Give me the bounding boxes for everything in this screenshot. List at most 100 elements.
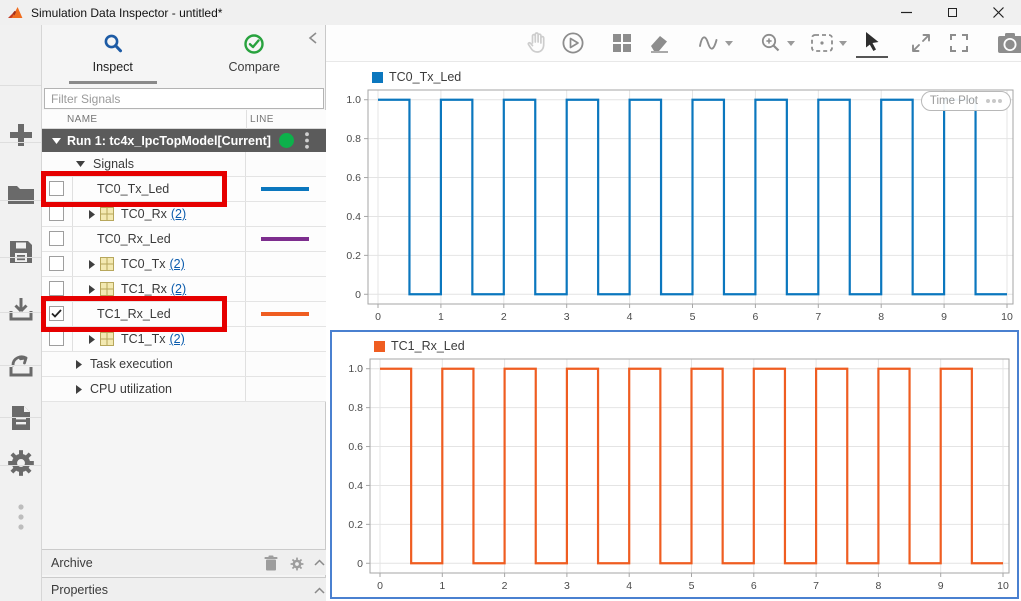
svg-text:0.6: 0.6 bbox=[346, 172, 361, 184]
chevron-down-icon[interactable] bbox=[787, 40, 795, 46]
cursor-icon bbox=[861, 30, 883, 54]
add-icon bbox=[7, 121, 35, 149]
caret-right-icon[interactable] bbox=[76, 359, 82, 369]
import-button[interactable] bbox=[0, 287, 41, 331]
fullscreen-button[interactable] bbox=[942, 28, 976, 58]
signal-label: TC0_Tx_Led bbox=[97, 182, 170, 196]
plot-legend: TC1_Rx_Led bbox=[374, 339, 465, 353]
chevron-down-icon[interactable] bbox=[725, 40, 733, 46]
tab-compare[interactable]: Compare bbox=[184, 25, 326, 85]
svg-text:2: 2 bbox=[501, 311, 507, 323]
properties-bar[interactable]: Properties bbox=[42, 577, 326, 601]
time-plot-2-selected[interactable]: TC1_Rx_Led 0 1 2 3 4 5 6 7 8 9 10 1.0 0.8 0.6 0.4 0.2 0 bbox=[330, 330, 1019, 599]
zoom-in-button[interactable] bbox=[754, 28, 800, 58]
run-menu-dots-icon[interactable] bbox=[305, 132, 309, 149]
settings-button[interactable] bbox=[0, 441, 41, 485]
caret-right-icon[interactable] bbox=[89, 209, 95, 219]
signal-row[interactable]: TC1_Rx (2) bbox=[42, 277, 326, 302]
time-plot-1[interactable]: TC0_Tx_Led 0 1 2 3 4 5 6 7 8 9 10 1.0 0.8 0.6 0.4 0.2 0 Ti… bbox=[330, 63, 1021, 328]
signal-checkbox[interactable] bbox=[49, 231, 64, 246]
signal-row[interactable]: TC0_Rx (2) bbox=[42, 202, 326, 227]
open-button[interactable] bbox=[0, 173, 41, 217]
svg-text:6: 6 bbox=[751, 580, 757, 592]
signal-row[interactable]: TC1_Tx (2) bbox=[42, 327, 326, 352]
maximize-button[interactable] bbox=[929, 0, 975, 25]
collapse-panel-chevron[interactable] bbox=[307, 31, 319, 45]
pan-icon bbox=[525, 31, 547, 55]
replay-button[interactable] bbox=[556, 28, 590, 58]
svg-text:3: 3 bbox=[564, 580, 570, 592]
group-row[interactable]: CPU utilization bbox=[42, 377, 326, 402]
signal-row[interactable]: TC1_Rx_Led bbox=[42, 302, 326, 327]
caret-right-icon[interactable] bbox=[76, 384, 82, 394]
time-plot-menu-badge[interactable]: Time Plot bbox=[920, 91, 1011, 111]
layout-button[interactable] bbox=[606, 28, 638, 58]
cursor-button[interactable] bbox=[856, 28, 888, 58]
svg-text:7: 7 bbox=[813, 580, 819, 592]
signal-wave-button[interactable] bbox=[692, 28, 738, 58]
line-style-sample[interactable] bbox=[261, 237, 309, 241]
trash-icon[interactable] bbox=[264, 555, 278, 571]
filter-signals-input[interactable] bbox=[44, 88, 324, 109]
tab-compare-label: Compare bbox=[228, 60, 280, 74]
signal-count-link[interactable]: (2) bbox=[171, 207, 186, 221]
line-style-sample[interactable] bbox=[261, 312, 309, 316]
caret-right-icon[interactable] bbox=[89, 284, 95, 294]
caret-right-icon[interactable] bbox=[89, 259, 95, 269]
archive-label: Archive bbox=[51, 555, 93, 570]
signal-checkbox[interactable] bbox=[49, 281, 64, 296]
group-row[interactable]: Task execution bbox=[42, 352, 326, 377]
svg-text:0.6: 0.6 bbox=[348, 441, 363, 453]
add-button[interactable] bbox=[0, 113, 41, 157]
signal-wave-icon bbox=[697, 31, 721, 55]
legend-swatch bbox=[374, 340, 385, 352]
collapse-archive-chevron-icon[interactable] bbox=[314, 559, 325, 566]
column-line-header: LINE bbox=[250, 114, 274, 125]
chevron-down-icon[interactable] bbox=[839, 40, 847, 46]
signal-count-link[interactable]: (2) bbox=[169, 257, 184, 271]
svg-text:1: 1 bbox=[438, 311, 444, 323]
time-plot-canvas[interactable]: 0 1 2 3 4 5 6 7 8 9 10 1.0 0.8 0.6 0.4 0.2 0 bbox=[330, 87, 1021, 328]
signal-checkbox[interactable] bbox=[49, 331, 64, 346]
collapse-properties-chevron-icon[interactable] bbox=[314, 587, 325, 594]
open-icon bbox=[7, 183, 35, 207]
signal-checkbox[interactable] bbox=[49, 206, 64, 221]
svg-text:4: 4 bbox=[627, 311, 633, 323]
caret-right-icon[interactable] bbox=[89, 334, 95, 344]
zoom-region-button[interactable] bbox=[804, 28, 852, 58]
plot-type-label: Time Plot bbox=[929, 95, 978, 107]
eraser-button[interactable] bbox=[642, 28, 676, 58]
snapshot-button[interactable] bbox=[992, 28, 1021, 58]
save-button[interactable] bbox=[0, 230, 41, 274]
toolbar-separator bbox=[0, 365, 41, 366]
plot-legend: TC0_Tx_Led bbox=[372, 70, 461, 84]
signal-count-link[interactable]: (2) bbox=[169, 332, 184, 346]
signal-label: TC0_Tx bbox=[121, 257, 166, 271]
signal-checkbox[interactable] bbox=[49, 306, 64, 321]
signal-checkbox[interactable] bbox=[49, 181, 64, 196]
signal-row[interactable]: TC0_Rx_Led bbox=[42, 227, 326, 252]
group-label: Task execution bbox=[90, 357, 173, 371]
svg-text:6: 6 bbox=[752, 311, 758, 323]
time-plot-canvas[interactable]: 0 1 2 3 4 5 6 7 8 9 10 1.0 0.8 0.6 0.4 0.2 0 bbox=[332, 356, 1017, 597]
run-header-row[interactable]: Run 1: tc4x_IpcTopModel[Current] bbox=[42, 129, 326, 152]
close-button[interactable] bbox=[975, 0, 1021, 25]
svg-text:5: 5 bbox=[689, 580, 695, 592]
signal-checkbox[interactable] bbox=[49, 256, 64, 271]
line-style-sample[interactable] bbox=[261, 187, 309, 191]
signal-count-link[interactable]: (2) bbox=[171, 282, 186, 296]
signal-row[interactable]: TC0_Tx_Led bbox=[42, 177, 326, 202]
archive-bar[interactable]: Archive bbox=[42, 549, 326, 575]
caret-down-icon[interactable] bbox=[76, 161, 85, 167]
report-button[interactable] bbox=[0, 396, 41, 440]
toolbar-separator bbox=[0, 257, 41, 258]
toolbar-separator bbox=[0, 312, 41, 313]
archive-settings-gear-icon[interactable] bbox=[290, 557, 304, 571]
signal-row[interactable]: TC0_Tx (2) bbox=[42, 252, 326, 277]
tab-inspect[interactable]: Inspect bbox=[42, 25, 184, 85]
fit-view-button[interactable] bbox=[904, 28, 938, 58]
more-button[interactable] bbox=[0, 495, 41, 539]
group-row[interactable]: Signals bbox=[42, 152, 326, 177]
minimize-icon bbox=[900, 11, 912, 14]
minimize-button[interactable] bbox=[883, 0, 929, 25]
